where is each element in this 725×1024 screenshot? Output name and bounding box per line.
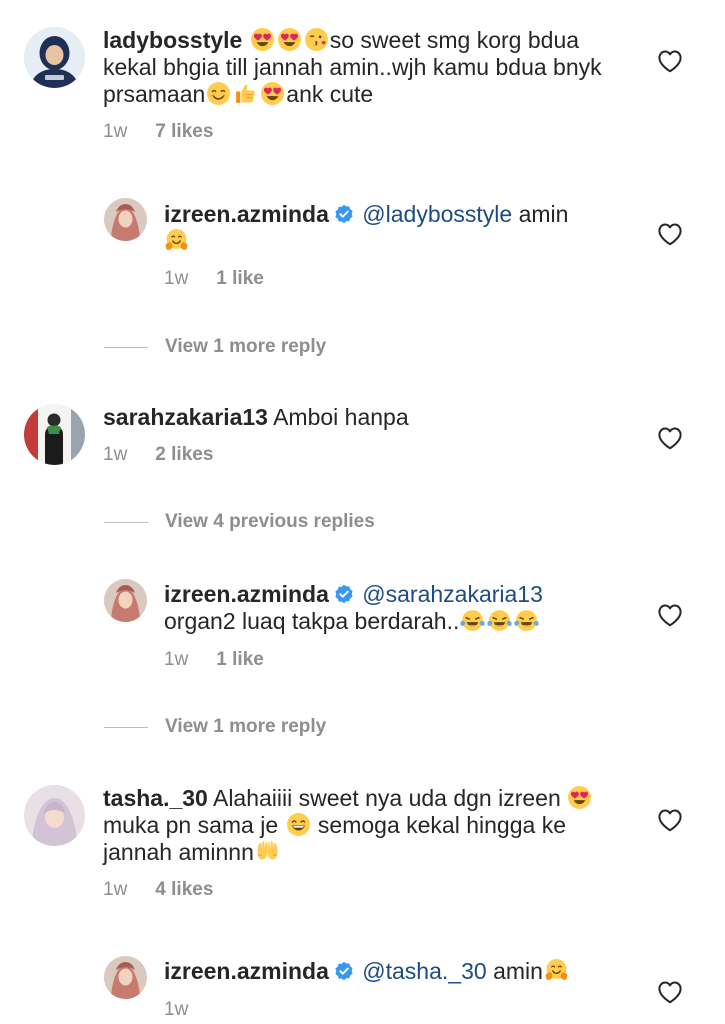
reply-text: izreen.azminda @sarahzakaria13 organ2 lu…: [164, 581, 624, 635]
comment-text: tasha._30 Alahaiiii sweet nya uda dgn iz…: [103, 785, 623, 866]
comment-meta: 1w 2 likes: [103, 444, 213, 466]
heart-outline-icon[interactable]: [657, 222, 683, 246]
comment-text-part: muka pn sama je: [103, 812, 279, 838]
reply-username[interactable]: izreen.azminda: [164, 958, 329, 984]
like-count[interactable]: 1 like: [216, 649, 264, 670]
tears-of-joy-emoji-icon: [460, 608, 485, 633]
hug-emoji-icon: [164, 228, 189, 253]
view-more-label: View 4 previous replies: [165, 511, 375, 532]
comment-text: sarahzakaria13 Amboi hanpa: [103, 404, 623, 431]
avatar[interactable]: [104, 198, 147, 241]
heart-outline-icon[interactable]: [657, 49, 683, 73]
reply-text-part: amin: [493, 958, 543, 984]
heart-eyes-emoji-icon: [277, 27, 302, 52]
tears-of-joy-emoji-icon: [487, 608, 512, 633]
mention-link[interactable]: @ladybosstyle: [362, 201, 512, 227]
mention-link[interactable]: @tasha._30: [362, 958, 486, 984]
reply-text: izreen.azminda @ladybosstyle amin: [164, 201, 624, 255]
view-more-replies-button[interactable]: View 1 more reply: [104, 716, 326, 738]
comment-time: 1w: [103, 444, 128, 465]
raised-hands-emoji-icon: [255, 839, 280, 864]
reply-text-part: organ2 luaq takpa berdarah..: [164, 608, 460, 634]
view-more-replies-button[interactable]: View 1 more reply: [104, 336, 326, 358]
comment-text-part: ank cute: [286, 81, 374, 107]
like-count[interactable]: 7 likes: [155, 121, 213, 142]
heart-eyes-emoji-icon: [567, 785, 592, 810]
heart-outline-icon[interactable]: [657, 603, 683, 627]
avatar[interactable]: [24, 404, 85, 465]
heart-eyes-emoji-icon: [260, 81, 285, 106]
view-previous-replies-button[interactable]: View 4 previous replies: [104, 511, 375, 533]
comment-text-part: Amboi hanpa: [273, 404, 409, 430]
comment-meta: 1w 7 likes: [103, 121, 213, 143]
heart-outline-icon[interactable]: [657, 426, 683, 450]
reply-time: 1w: [164, 268, 189, 289]
view-more-label: View 1 more reply: [165, 716, 327, 737]
comment-time: 1w: [103, 121, 128, 142]
comment-username[interactable]: ladybosstyle: [103, 27, 242, 53]
divider-line: [104, 521, 148, 523]
comment-text-part: Alahaiiii sweet nya uda dgn izreen: [212, 785, 561, 811]
kiss-emoji-icon: [304, 27, 329, 52]
like-count[interactable]: 2 likes: [155, 444, 213, 465]
reply-meta: 1w 1 like: [164, 268, 264, 290]
reply-text-part: amin: [518, 201, 569, 227]
reply-time: 1w: [164, 649, 189, 670]
avatar[interactable]: [24, 785, 85, 846]
reply-meta: 1w: [164, 999, 188, 1021]
verified-badge-icon: [334, 961, 354, 981]
comment-username[interactable]: tasha._30: [103, 785, 208, 811]
smile-emoji-icon: [206, 81, 231, 106]
avatar[interactable]: [24, 27, 85, 88]
comment-text: ladybosstyle so sweet smg korg bdua keka…: [103, 27, 623, 108]
thumbs-up-emoji-icon: [233, 81, 258, 106]
comment-time: 1w: [103, 879, 128, 900]
comment-meta: 1w 4 likes: [103, 879, 213, 901]
mention-link[interactable]: @sarahzakaria13: [362, 581, 543, 607]
divider-line: [104, 346, 148, 348]
divider-line: [104, 726, 148, 728]
reply-username[interactable]: izreen.azminda: [164, 581, 329, 607]
avatar[interactable]: [104, 579, 147, 622]
comment-text-part: semoga kekal hingga: [317, 812, 536, 838]
like-count[interactable]: 1 like: [216, 268, 264, 289]
comment-text-part: so sweet smg korg: [329, 27, 522, 53]
verified-badge-icon: [334, 584, 354, 604]
reply-meta: 1w 1 like: [164, 649, 264, 671]
hug-emoji-icon: [544, 958, 569, 983]
reply-username[interactable]: izreen.azminda: [164, 201, 329, 227]
heart-outline-icon[interactable]: [657, 808, 683, 832]
heart-eyes-emoji-icon: [250, 27, 275, 52]
view-more-label: View 1 more reply: [165, 336, 327, 357]
grin-emoji-icon: [286, 812, 311, 837]
reply-text: izreen.azminda @tasha._30 amin: [164, 958, 624, 985]
comment-username[interactable]: sarahzakaria13: [103, 404, 268, 430]
reply-time: 1w: [164, 999, 189, 1020]
tears-of-joy-emoji-icon: [514, 608, 539, 633]
heart-outline-icon[interactable]: [657, 980, 683, 1004]
verified-badge-icon: [334, 204, 354, 224]
like-count[interactable]: 4 likes: [155, 879, 213, 900]
avatar[interactable]: [104, 956, 147, 999]
